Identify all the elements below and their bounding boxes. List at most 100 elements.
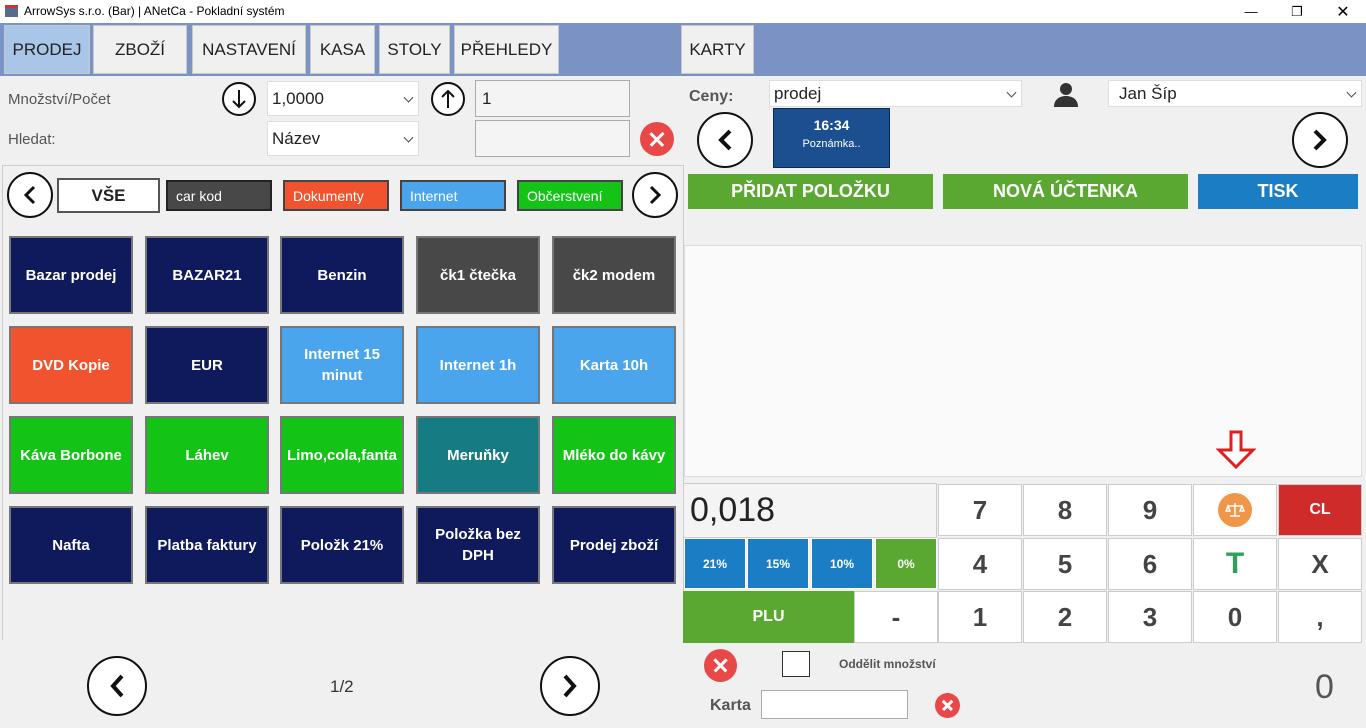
product-button[interactable]: Položka bez DPH bbox=[416, 506, 540, 584]
product-button[interactable]: Karta 10h bbox=[552, 326, 676, 404]
close-window-icon[interactable]: ✕ bbox=[1320, 0, 1366, 23]
product-button[interactable]: Internet 15 minut bbox=[280, 326, 404, 404]
product-button[interactable]: Benzin bbox=[280, 236, 404, 314]
clear-card-icon[interactable] bbox=[935, 693, 960, 718]
key-t[interactable]: T bbox=[1193, 538, 1277, 590]
app-icon bbox=[5, 5, 18, 17]
key-7[interactable]: 7 bbox=[938, 484, 1022, 536]
clear-search-icon[interactable] bbox=[640, 122, 674, 156]
card-input[interactable] bbox=[761, 690, 908, 719]
main-nav: PRODEJ ZBOŽÍ NASTAVENÍ KASA STOLY PŘEHLE… bbox=[0, 23, 1366, 76]
minimize-icon[interactable]: — bbox=[1228, 0, 1274, 23]
product-button[interactable]: čk1 čtečka bbox=[416, 236, 540, 314]
card-label: Karta bbox=[710, 697, 751, 714]
page-indicator: 1/2 bbox=[330, 677, 354, 696]
category-car-kod[interactable]: car kod bbox=[166, 180, 272, 211]
product-button[interactable]: Láhev bbox=[145, 416, 269, 494]
user-icon bbox=[1052, 80, 1080, 108]
tab-prodej[interactable]: PRODEJ bbox=[4, 25, 90, 74]
category-internet[interactable]: Internet bbox=[400, 180, 506, 211]
search-label: Hledat: bbox=[8, 131, 56, 148]
product-button[interactable]: Platba faktury bbox=[145, 506, 269, 584]
user-select[interactable]: Jan Šíp bbox=[1108, 80, 1362, 107]
key-3[interactable]: 3 bbox=[1108, 591, 1192, 643]
tab-prehledy[interactable]: PŘEHLEDY bbox=[454, 25, 559, 74]
product-button[interactable]: Prodej zboží bbox=[552, 506, 676, 584]
product-button[interactable]: Bazar prodej bbox=[9, 236, 133, 314]
receipt-time: 16:34 bbox=[813, 117, 850, 133]
key-comma[interactable]: , bbox=[1278, 591, 1362, 643]
count-input[interactable]: 1 bbox=[475, 80, 630, 117]
product-button[interactable]: Mléko do kávy bbox=[552, 416, 676, 494]
clear-key[interactable]: CL bbox=[1278, 484, 1362, 536]
page-prev-button[interactable] bbox=[87, 656, 147, 716]
tab-karty[interactable]: KARTY bbox=[681, 25, 754, 74]
product-button[interactable]: Položk 21% bbox=[280, 506, 404, 584]
add-item-button[interactable]: PŘIDAT POLOŽKU bbox=[688, 174, 933, 209]
category-obcerstveni[interactable]: Občerstvení bbox=[517, 180, 623, 211]
category-prev-button[interactable] bbox=[7, 172, 53, 218]
key-1[interactable]: 1 bbox=[938, 591, 1022, 643]
new-receipt-button[interactable]: NOVÁ ÚČTENKA bbox=[943, 174, 1188, 209]
receipt-prev-button[interactable] bbox=[697, 112, 753, 168]
search-mode-value: Název bbox=[272, 128, 321, 148]
vat-15-button[interactable]: 15% bbox=[747, 538, 809, 589]
restore-icon[interactable]: ❐ bbox=[1274, 0, 1320, 23]
product-button[interactable]: Meruňky bbox=[416, 416, 540, 494]
key-5[interactable]: 5 bbox=[1023, 538, 1107, 590]
product-button[interactable]: BAZAR21 bbox=[145, 236, 269, 314]
product-button[interactable]: Nafta bbox=[9, 506, 133, 584]
key-x[interactable]: X bbox=[1278, 538, 1362, 590]
window-title: ArrowSys s.r.o. (Bar) | ANetCa - Pokladn… bbox=[24, 4, 285, 18]
product-button[interactable]: DVD Kopie bbox=[9, 326, 133, 404]
split-quantity-label: Oddělit množství bbox=[839, 657, 936, 671]
split-quantity-checkbox[interactable] bbox=[782, 651, 810, 677]
product-button[interactable]: čk2 modem bbox=[552, 236, 676, 314]
user-value: Jan Šíp bbox=[1119, 83, 1177, 103]
prices-select[interactable]: prodej bbox=[769, 80, 1022, 107]
page-next-button[interactable] bbox=[540, 656, 600, 716]
receipt-note: Poznámka.. bbox=[802, 138, 861, 150]
title-bar: ArrowSys s.r.o. (Bar) | ANetCa - Pokladn… bbox=[0, 0, 1366, 23]
category-dokumenty[interactable]: Dokumenty bbox=[283, 180, 389, 211]
arrow-annotation-icon bbox=[1215, 430, 1257, 470]
scale-button[interactable] bbox=[1193, 484, 1277, 536]
arrow-down-icon[interactable] bbox=[222, 82, 256, 116]
category-next-button[interactable] bbox=[632, 172, 678, 218]
search-input[interactable] bbox=[475, 120, 630, 157]
tab-stoly[interactable]: STOLY bbox=[379, 25, 450, 74]
amount-display: 0,018 bbox=[683, 483, 937, 538]
tab-nastaveni[interactable]: NASTAVENÍ bbox=[192, 25, 306, 74]
receipt-tab[interactable]: 16:34 Poznámka.. bbox=[773, 108, 890, 168]
key-9[interactable]: 9 bbox=[1108, 484, 1192, 536]
vat-0-button[interactable]: 0% bbox=[875, 538, 937, 589]
quantity-select[interactable]: 1,0000 bbox=[267, 81, 419, 116]
prices-value: prodej bbox=[774, 83, 822, 103]
category-vse[interactable]: VŠE bbox=[57, 178, 160, 213]
key-4[interactable]: 4 bbox=[938, 538, 1022, 590]
key-8[interactable]: 8 bbox=[1023, 484, 1107, 536]
cancel-icon[interactable] bbox=[704, 649, 737, 682]
print-button[interactable]: TISK bbox=[1198, 174, 1358, 209]
product-button[interactable]: Limo,cola,fanta bbox=[280, 416, 404, 494]
key-minus[interactable]: - bbox=[854, 591, 938, 643]
tab-kasa[interactable]: KASA bbox=[310, 25, 375, 74]
product-button[interactable]: Káva Borbone bbox=[9, 416, 133, 494]
receipt-items-list[interactable] bbox=[684, 245, 1362, 477]
key-2[interactable]: 2 bbox=[1023, 591, 1107, 643]
receipt-next-button[interactable] bbox=[1292, 112, 1348, 168]
search-mode-select[interactable]: Název bbox=[267, 121, 419, 156]
key-6[interactable]: 6 bbox=[1108, 538, 1192, 590]
key-0[interactable]: 0 bbox=[1193, 591, 1277, 643]
plu-button[interactable]: PLU bbox=[683, 591, 854, 643]
product-button[interactable]: Internet 1h bbox=[416, 326, 540, 404]
product-button[interactable]: EUR bbox=[145, 326, 269, 404]
tab-zbozi[interactable]: ZBOŽÍ bbox=[93, 25, 187, 74]
total-amount: 0 bbox=[1315, 668, 1334, 706]
scale-icon bbox=[1218, 493, 1252, 527]
quantity-label: Množství/Počet bbox=[8, 91, 111, 108]
vat-10-button[interactable]: 10% bbox=[811, 538, 873, 589]
arrow-up-icon[interactable] bbox=[431, 82, 465, 116]
quantity-value: 1,0000 bbox=[272, 88, 324, 108]
vat-21-button[interactable]: 21% bbox=[684, 538, 746, 589]
